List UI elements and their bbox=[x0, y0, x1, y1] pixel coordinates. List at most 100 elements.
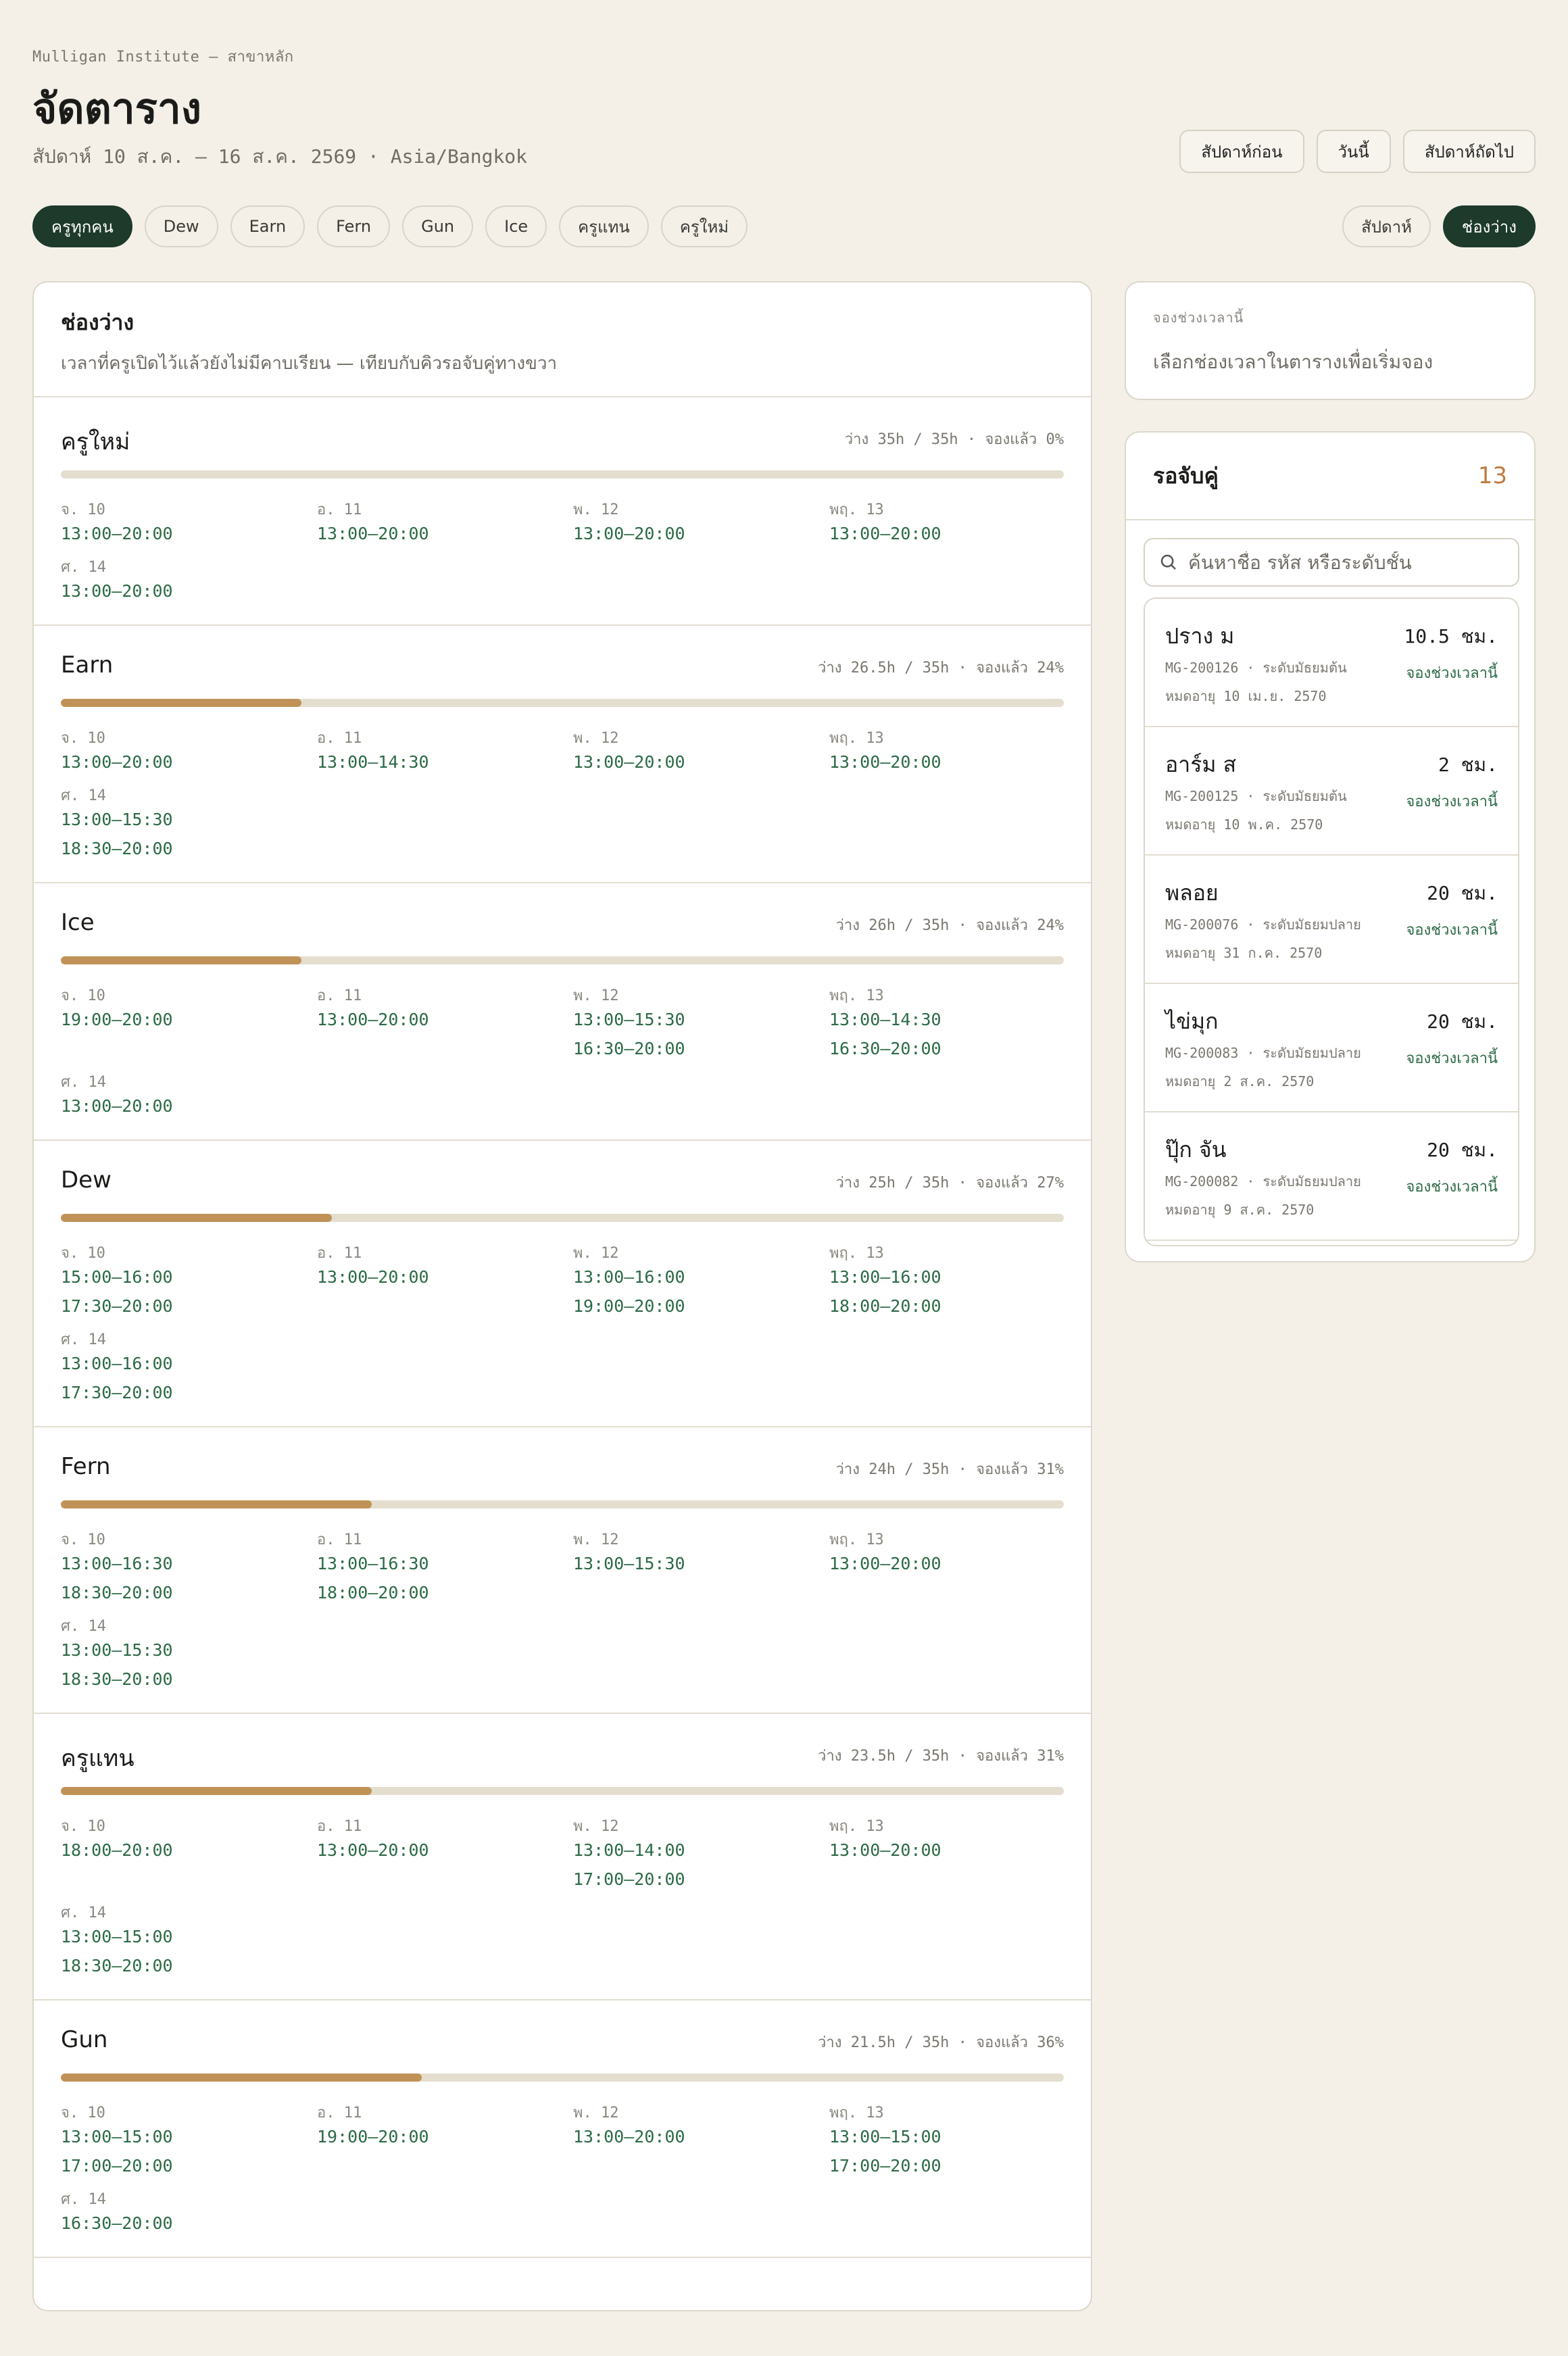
free-time-slot[interactable]: 13:00–20:00 bbox=[317, 1005, 560, 1034]
next-week-button[interactable]: สัปดาห์ถัดไป bbox=[1402, 130, 1536, 173]
book-slot-link[interactable]: จองช่วงเวลานี้ bbox=[1406, 1175, 1498, 1198]
day-label: พฤ. 13 bbox=[829, 501, 884, 518]
day-column: อ. 11 13:00–16:30 18:00–20:00 bbox=[317, 1527, 560, 1607]
student-expiry: หมดอายุ 9 ส.ค. 2570 bbox=[1165, 1202, 1315, 1218]
free-time-slot[interactable]: 13:00–20:00 bbox=[829, 1836, 1073, 1865]
filter-chip-ice[interactable]: Ice bbox=[485, 205, 547, 247]
today-button[interactable]: วันนี้ bbox=[1316, 130, 1391, 173]
prev-week-button[interactable]: สัปดาห์ก่อน bbox=[1179, 130, 1304, 173]
teacher-availability: ครูแทน ว่าง 23.5h / 35h · จองแล้ว 31% จ. 1… bbox=[34, 1714, 1091, 2001]
free-time-slot[interactable]: 13:00–14:00 bbox=[573, 1836, 816, 1865]
student-expiry: หมดอายุ 2 ส.ค. 2570 bbox=[1165, 1073, 1315, 1089]
student-name: ไข่มุก bbox=[1165, 1008, 1219, 1034]
search-icon bbox=[1160, 554, 1176, 570]
teacher-stats: ว่าง 26.5h / 35h · จองแล้ว 24% bbox=[818, 660, 1064, 677]
teacher-availability: Fern ว่าง 24h / 35h · จองแล้ว 31% จ. 10 13:… bbox=[34, 1427, 1091, 1714]
booking-progress-bar bbox=[61, 956, 1064, 964]
day-label: ศ. 14 bbox=[61, 1331, 106, 1348]
free-time-slot[interactable]: 13:00–20:00 bbox=[573, 747, 816, 777]
free-time-slot[interactable]: 15:00–16:00 bbox=[61, 1262, 304, 1292]
free-time-slot[interactable]: 13:00–15:30 bbox=[573, 1005, 816, 1034]
free-time-slot[interactable]: 13:00–16:30 bbox=[61, 1549, 304, 1578]
search-input[interactable] bbox=[1188, 551, 1499, 574]
queue-student-item[interactable]: ไข่มุก 20 ชม. MG-200083 · ระดับมัธยมปลาย หม… bbox=[1145, 984, 1518, 1112]
student-search[interactable] bbox=[1144, 538, 1519, 587]
free-time-slot[interactable]: 19:00–20:00 bbox=[317, 2122, 560, 2151]
book-slot-link[interactable]: จองช่วงเวลานี้ bbox=[1406, 661, 1498, 685]
free-time-slot[interactable]: 13:00–20:00 bbox=[61, 1091, 304, 1121]
free-time-slot[interactable]: 13:00–16:00 bbox=[829, 1262, 1073, 1292]
free-time-slot[interactable]: 18:30–20:00 bbox=[61, 1665, 304, 1694]
free-time-slot[interactable]: 17:30–20:00 bbox=[61, 1378, 304, 1407]
filter-chip-fern[interactable]: Fern bbox=[317, 205, 391, 247]
free-time-slot[interactable]: 19:00–20:00 bbox=[573, 1292, 816, 1321]
free-time-slot[interactable]: 18:00–20:00 bbox=[829, 1292, 1073, 1321]
free-time-slot[interactable]: 13:00–20:00 bbox=[317, 1262, 560, 1292]
free-time-slot[interactable]: 19:00–20:00 bbox=[61, 1005, 304, 1034]
free-time-slot[interactable]: 17:00–20:00 bbox=[573, 1865, 816, 1894]
free-time-slot[interactable]: 16:30–20:00 bbox=[829, 1034, 1073, 1063]
free-time-slot[interactable]: 13:00–20:00 bbox=[573, 519, 816, 548]
free-time-slot[interactable]: 13:00–14:30 bbox=[317, 747, 560, 777]
day-label: พฤ. 13 bbox=[829, 1818, 884, 1835]
free-time-slot[interactable]: 13:00–14:30 bbox=[829, 1005, 1073, 1034]
queue-student-item[interactable]: พลอย 20 ชม. MG-200076 · ระดับมัธยมปลาย หมดอ… bbox=[1145, 856, 1518, 984]
filter-chip-all[interactable]: ครูทุกคน bbox=[32, 205, 132, 247]
free-time-slot[interactable]: 13:00–20:00 bbox=[61, 519, 304, 548]
day-label: ศ. 14 bbox=[61, 1905, 106, 1921]
teacher-availability: Dew ว่าง 25h / 35h · จองแล้ว 27% จ. 10 15:0… bbox=[34, 1141, 1091, 1427]
book-slot-link[interactable]: จองช่วงเวลานี้ bbox=[1406, 1046, 1498, 1070]
free-time-slot[interactable]: 17:00–20:00 bbox=[61, 2151, 304, 2180]
free-time-slot[interactable]: 16:30–20:00 bbox=[573, 1034, 816, 1063]
queue-student-item[interactable]: ปุ๊ก จัน 20 ชม. MG-200082 · ระดับมัธยมปลาย… bbox=[1145, 1112, 1518, 1241]
free-time-slot[interactable]: 18:00–20:00 bbox=[317, 1578, 560, 1607]
free-time-slot[interactable]: 13:00–15:30 bbox=[61, 805, 304, 834]
free-time-slot[interactable]: 13:00–20:00 bbox=[317, 1836, 560, 1865]
day-column: พ. 12 13:00–16:00 19:00–20:00 bbox=[573, 1241, 816, 1321]
booking-progress-fill bbox=[61, 956, 302, 964]
day-column: พฤ. 13 13:00–20:00 bbox=[829, 1814, 1073, 1865]
free-time-slot[interactable]: 13:00–15:00 bbox=[61, 1922, 304, 1951]
free-time-slot[interactable]: 18:30–20:00 bbox=[61, 834, 304, 863]
free-time-slot[interactable]: 13:00–16:00 bbox=[61, 1349, 304, 1378]
queue-header: รอจับคู่ 13 bbox=[1126, 433, 1534, 520]
free-time-slot[interactable]: 13:00–15:30 bbox=[61, 1636, 304, 1665]
free-time-slot[interactable]: 18:30–20:00 bbox=[61, 1578, 304, 1607]
free-time-slot[interactable]: 13:00–15:30 bbox=[573, 1549, 816, 1578]
filter-chip-dew[interactable]: Dew bbox=[144, 205, 218, 247]
filter-chip-earn[interactable]: Earn bbox=[230, 205, 305, 247]
free-time-slot[interactable]: 13:00–20:00 bbox=[317, 519, 560, 548]
filter-chip-new[interactable]: ครูใหม่ bbox=[660, 205, 748, 247]
free-time-slot[interactable]: 13:00–20:00 bbox=[61, 747, 304, 777]
student-hours: 2 ชม. bbox=[1438, 754, 1498, 776]
availability-description: เวลาที่ครูเปิดไว้แล้วยังไม่มีคาบเรียน — … bbox=[61, 353, 558, 374]
book-slot-link[interactable]: จองช่วงเวลานี้ bbox=[1406, 789, 1498, 813]
free-time-slot[interactable]: 16:30–20:00 bbox=[61, 2209, 304, 2238]
teacher-stats: ว่าง 24h / 35h · จองแล้ว 31% bbox=[835, 1461, 1064, 1478]
free-time-slot[interactable]: 13:00–20:00 bbox=[829, 519, 1073, 548]
free-time-slot[interactable]: 13:00–16:00 bbox=[573, 1262, 816, 1292]
queue-student-item[interactable]: อาร์ม ส 2 ชม. MG-200125 · ระดับมัธยมต้น หมด… bbox=[1145, 727, 1518, 856]
free-time-slot[interactable]: 13:00–20:00 bbox=[829, 1549, 1073, 1578]
free-time-slot[interactable]: 13:00–15:00 bbox=[61, 2122, 304, 2151]
book-slot-link[interactable]: จองช่วงเวลานี้ bbox=[1406, 918, 1498, 941]
free-time-slot[interactable]: 13:00–15:00 bbox=[829, 2122, 1073, 2151]
day-column: จ. 10 19:00–20:00 bbox=[61, 983, 304, 1034]
queue-student-item[interactable]: ปราง ม 10.5 ชม. MG-200126 · ระดับมัธยมต้นห… bbox=[1145, 599, 1518, 727]
free-time-slot[interactable]: 13:00–20:00 bbox=[61, 576, 304, 606]
free-time-slot[interactable]: 13:00–16:30 bbox=[317, 1549, 560, 1578]
free-time-slot[interactable]: 17:30–20:00 bbox=[61, 1292, 304, 1321]
booking-progress-bar bbox=[61, 2073, 1064, 2082]
filter-chip-substitute[interactable]: ครูแทน bbox=[559, 205, 649, 247]
view-week-button[interactable]: สัปดาห์ bbox=[1342, 205, 1431, 247]
free-time-slot[interactable]: 13:00–20:00 bbox=[829, 747, 1073, 777]
teacher-name: Fern bbox=[61, 1453, 111, 1480]
free-time-slot[interactable]: 17:00–20:00 bbox=[829, 2151, 1073, 2180]
free-time-slot[interactable]: 18:00–20:00 bbox=[61, 1836, 304, 1865]
free-time-slot[interactable]: 18:30–20:00 bbox=[61, 1951, 304, 1980]
free-time-slot[interactable]: 13:00–20:00 bbox=[573, 2122, 816, 2151]
view-free-button[interactable]: ช่องว่าง bbox=[1442, 205, 1536, 247]
filter-chip-gun[interactable]: Gun bbox=[402, 205, 474, 247]
booking-progress-bar bbox=[61, 699, 1064, 707]
day-label: พฤ. 13 bbox=[829, 987, 884, 1004]
